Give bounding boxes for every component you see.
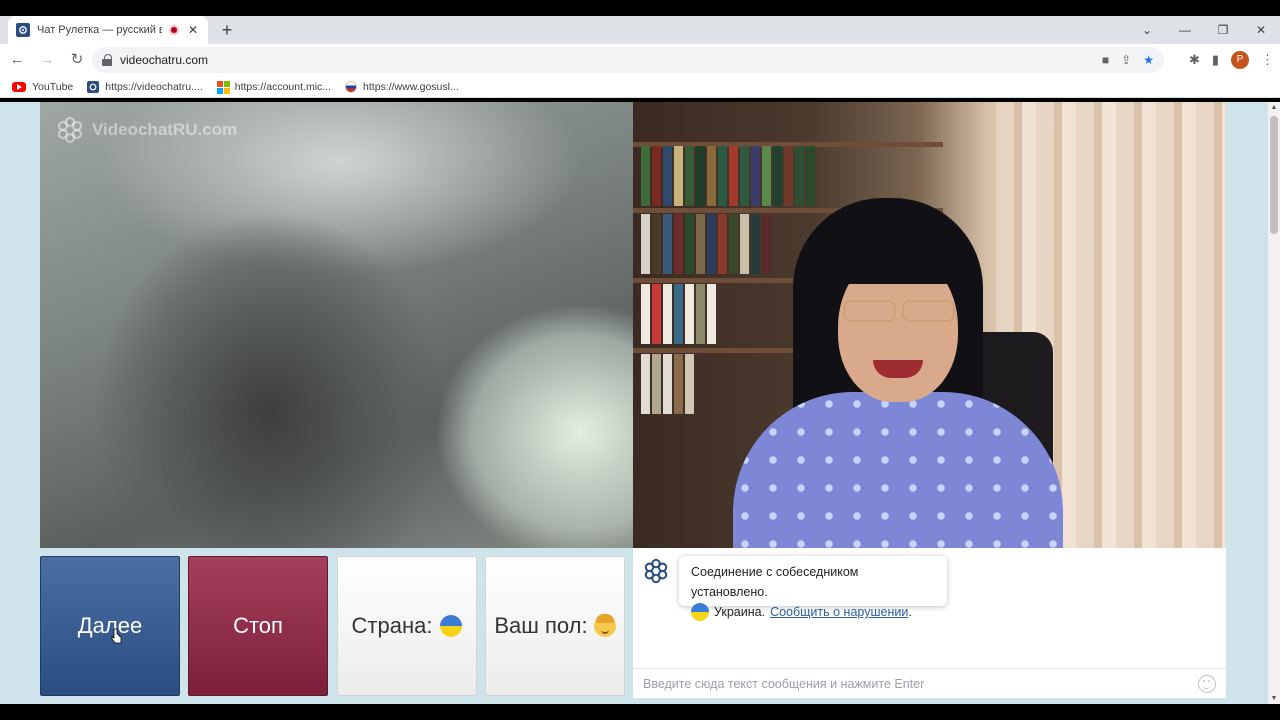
bookmark-youtube[interactable]: YouTube: [12, 81, 73, 93]
new-tab-button[interactable]: +: [216, 19, 238, 41]
country-button[interactable]: Страна:: [337, 556, 477, 696]
next-button[interactable]: Далее: [40, 556, 180, 696]
side-panel-icon[interactable]: ▮: [1212, 52, 1219, 68]
gender-label: Ваш пол:: [494, 613, 588, 638]
scroll-thumb[interactable]: [1270, 116, 1278, 234]
person-bangs: [829, 214, 969, 284]
message-input[interactable]: [643, 676, 1198, 691]
connection-message: Соединение с собеседником установлено.: [691, 565, 859, 599]
person-body: [733, 392, 1063, 548]
chat-panel: Соединение с собеседником установлено. У…: [633, 548, 1226, 698]
site-logo: VideochatRU.com: [56, 116, 237, 144]
browser-tab[interactable]: Чат Рулетка — русский вид ✕: [8, 16, 208, 44]
stop-button[interactable]: Стоп: [188, 556, 328, 696]
screen: Чат Рулетка — русский вид ✕ + ⌄ — ❐ ✕ ← …: [0, 0, 1280, 720]
reload-button[interactable]: ↻: [64, 47, 90, 73]
chat-logo-icon: [644, 558, 668, 584]
books-row: [641, 214, 771, 274]
gender-button[interactable]: Ваш пол:: [485, 556, 625, 696]
tab-title: Чат Рулетка — русский вид: [37, 24, 162, 36]
bookmark-microsoft[interactable]: https://account.mic...: [216, 80, 332, 94]
bookmark-label: https://www.gosusl...: [363, 80, 459, 93]
scroll-down-icon[interactable]: ▼: [1270, 695, 1278, 702]
tab-search-icon[interactable]: ⌄: [1128, 16, 1166, 44]
chat-input-bar: [633, 668, 1226, 698]
extensions-icon[interactable]: ✱: [1189, 52, 1200, 68]
local-video: VideochatRU.com: [40, 102, 633, 548]
videochat-icon: [87, 80, 100, 93]
omnibox-actions: ■ ⇪ ★: [1102, 53, 1164, 67]
close-window-button[interactable]: ✕: [1242, 16, 1280, 44]
lock-icon[interactable]: [102, 54, 112, 66]
glasses: [843, 300, 955, 322]
browser-tab-bar: Чат Рулетка — русский вид ✕ + ⌄ — ❐ ✕: [0, 16, 1280, 44]
ukraine-flag-icon: [691, 603, 709, 621]
books-row: [641, 354, 694, 414]
profile-avatar[interactable]: P: [1231, 51, 1249, 69]
menu-icon[interactable]: ⋮: [1261, 52, 1274, 68]
page-scrollbar[interactable]: ▲ ▼: [1268, 102, 1280, 704]
report-link[interactable]: Сообщить о нарушении: [770, 605, 908, 619]
russia-flag-icon: [345, 80, 358, 93]
bookmark-star-icon[interactable]: ★: [1143, 53, 1154, 67]
ukraine-flag-icon: [440, 615, 463, 637]
report-suffix: .: [908, 605, 912, 619]
bookmark-gosuslugi[interactable]: https://www.gosusl...: [345, 80, 459, 93]
recording-indicator-icon: [169, 25, 179, 35]
back-button[interactable]: ←: [4, 47, 30, 73]
toolbar-actions: ✱ ▮ P ⋮: [1189, 47, 1274, 73]
remote-video: [633, 102, 1226, 548]
emoji-icon[interactable]: [1198, 674, 1216, 693]
mouse-pointer-icon: [111, 628, 122, 644]
partner-country: Украина.: [714, 605, 766, 619]
bookmark-videochatru[interactable]: https://videochatru....: [87, 80, 203, 93]
share-icon[interactable]: ⇪: [1121, 53, 1131, 67]
books-row: [641, 146, 815, 206]
scroll-up-icon[interactable]: ▲: [1270, 104, 1278, 111]
youtube-icon: [12, 81, 26, 92]
minimize-button[interactable]: —: [1166, 16, 1204, 44]
woman-face-icon: [593, 614, 616, 637]
microsoft-icon: [216, 80, 230, 94]
logo-text: VideochatRU.com: [92, 120, 238, 139]
bookmarks-bar: YouTube https://videochatru.... https://…: [0, 76, 1280, 98]
logo-icon: [57, 116, 83, 144]
country-label: Страна:: [351, 613, 433, 638]
bookmark-label: https://videochatru....: [105, 80, 203, 93]
system-message: Соединение с собеседником установлено. У…: [679, 556, 947, 621]
tab-close-icon[interactable]: ✕: [186, 23, 200, 37]
window-controls: ⌄ — ❐ ✕: [1128, 16, 1280, 44]
address-bar[interactable]: videochatru.com ■ ⇪ ★: [92, 47, 1164, 73]
maximize-button[interactable]: ❐: [1204, 16, 1242, 44]
books-row: [641, 284, 716, 344]
browser-toolbar: ← → ↻ videochatru.com ■ ⇪ ★ ✱ ▮ P ⋮: [0, 44, 1280, 76]
bookmark-label: https://account.mic...: [234, 80, 332, 93]
camera-icon[interactable]: ■: [1102, 53, 1109, 67]
partner-info: Украина. Сообщить о нарушении.: [691, 602, 935, 622]
page-content: VideochatRU.com Далее Стоп Страна: Ваш п…: [0, 102, 1268, 704]
url-text[interactable]: videochatru.com: [120, 53, 1094, 67]
forward-button[interactable]: →: [34, 47, 60, 73]
videochat-favicon-icon: [16, 23, 30, 37]
bookmark-label: YouTube: [32, 80, 74, 93]
